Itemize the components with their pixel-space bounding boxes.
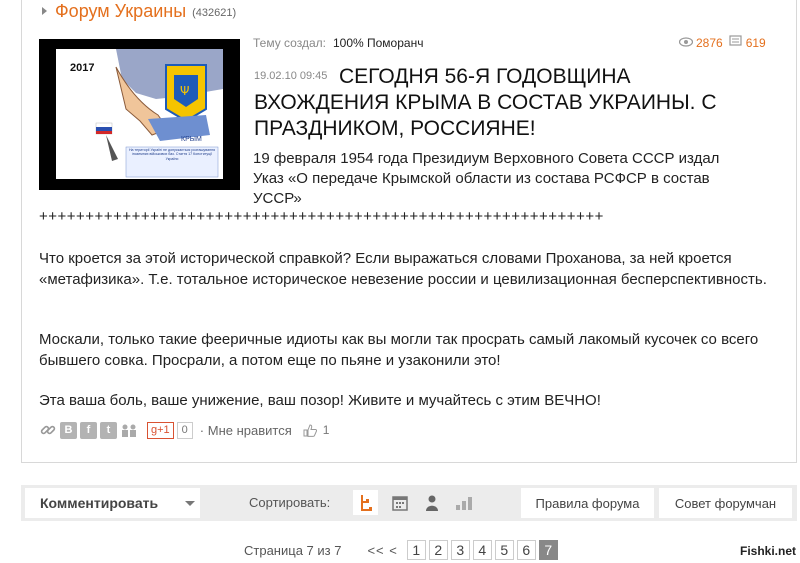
google-plus-button[interactable]: g+1 (147, 421, 174, 439)
page-link[interactable]: 4 (472, 540, 492, 560)
topic-image-canvas: 2017 Ψ КРЫМ На території Україні не допу… (56, 49, 223, 179)
comment-toolbar: Комментировать Сортировать: Правила фору… (21, 485, 797, 521)
forum-advice-button[interactable]: Совет форумчан (659, 488, 792, 518)
page-link[interactable]: 1 (406, 540, 426, 560)
page-link[interactable]: 3 (450, 540, 470, 560)
google-plus-count: 0 (176, 421, 193, 439)
comments-count: 619 (745, 35, 766, 50)
author-label: Тему создал: (253, 36, 326, 50)
sort-author-icon[interactable] (419, 490, 444, 515)
separator-line: ++++++++++++++++++++++++++++++++++++++++… (39, 208, 604, 225)
svg-text:Ψ: Ψ (180, 84, 189, 98)
comments-icon (729, 35, 743, 50)
post-paragraph: Эта ваша боль, ваше унижение, ваш позор!… (39, 392, 601, 409)
forum-rules-button[interactable]: Правила форума (521, 488, 654, 518)
sort-date-icon[interactable] (387, 490, 412, 515)
poster-year: 2017 (70, 62, 94, 74)
page-link[interactable]: 2 (428, 540, 448, 560)
like-button[interactable]: · Мне нравится (200, 423, 292, 438)
twitter-share-icon[interactable]: t (100, 421, 117, 439)
forum-topic-count: (432621) (192, 6, 237, 19)
forum-title-link[interactable]: Форум Украины (55, 1, 186, 22)
topic-author: Тему создал: 100% Поморанч (253, 36, 423, 50)
like-count: 1 (322, 423, 330, 437)
group-icon[interactable] (120, 422, 138, 439)
topic-image[interactable]: 2017 Ψ КРЫМ На території Україні не допу… (39, 39, 240, 190)
page-current: 7 (538, 540, 558, 560)
facebook-share-icon[interactable]: f (80, 421, 97, 439)
author-name[interactable]: 100% Поморанч (333, 36, 423, 50)
sort-label: Сортировать: (249, 495, 331, 510)
page-prev-links[interactable]: << < (367, 543, 397, 558)
page-link[interactable]: 6 (516, 540, 536, 560)
poster-caption: На території Україні не допускається роз… (128, 148, 216, 161)
post-paragraph: Москали, только такие фееричные идиоты к… (39, 331, 759, 369)
thumbs-up-icon (303, 423, 317, 437)
page-link[interactable]: 5 (494, 540, 514, 560)
crimea-poster-illustration: 2017 Ψ КРЫМ На території Україні не допу… (56, 49, 223, 179)
comment-dropdown-button[interactable]: Комментировать (25, 488, 200, 518)
pagination: Страница 7 из 7 << < 1 2 3 4 5 6 7 (244, 540, 558, 560)
topic-title[interactable]: СЕГОДНЯ 56-Я ГОДОВЩИНА ВХОЖДЕНИЯ КРЫМА В… (254, 64, 724, 142)
share-bar: B f t g+1 0 · Мне нравится 1 (39, 421, 329, 439)
sort-tree-icon[interactable] (353, 490, 378, 515)
forum-header: Форум Украины (432621) (42, 0, 236, 22)
topic-stats: 2876 619 (678, 35, 766, 50)
eye-icon (678, 36, 694, 50)
chevron-down-icon (185, 501, 195, 506)
topic-lead: 19 февраля 1954 года Президиум Верховног… (253, 150, 720, 207)
expand-arrow-icon[interactable] (42, 7, 47, 15)
sort-rating-icon[interactable] (451, 490, 476, 515)
watermark: Fishki.net (739, 544, 796, 558)
link-icon[interactable] (39, 421, 57, 439)
comment-button-label: Комментировать (40, 495, 159, 511)
vk-share-icon[interactable]: B (60, 421, 77, 439)
post-paragraph: Что кроется за этой исторической справко… (39, 250, 767, 288)
page-status: Страница 7 из 7 (244, 542, 342, 558)
topic-title-text: СЕГОДНЯ 56-Я ГОДОВЩИНА ВХОЖДЕНИЯ КРЫМА В… (254, 65, 717, 140)
views-count: 2876 (696, 35, 723, 50)
poster-region: КРЫМ (181, 136, 202, 143)
